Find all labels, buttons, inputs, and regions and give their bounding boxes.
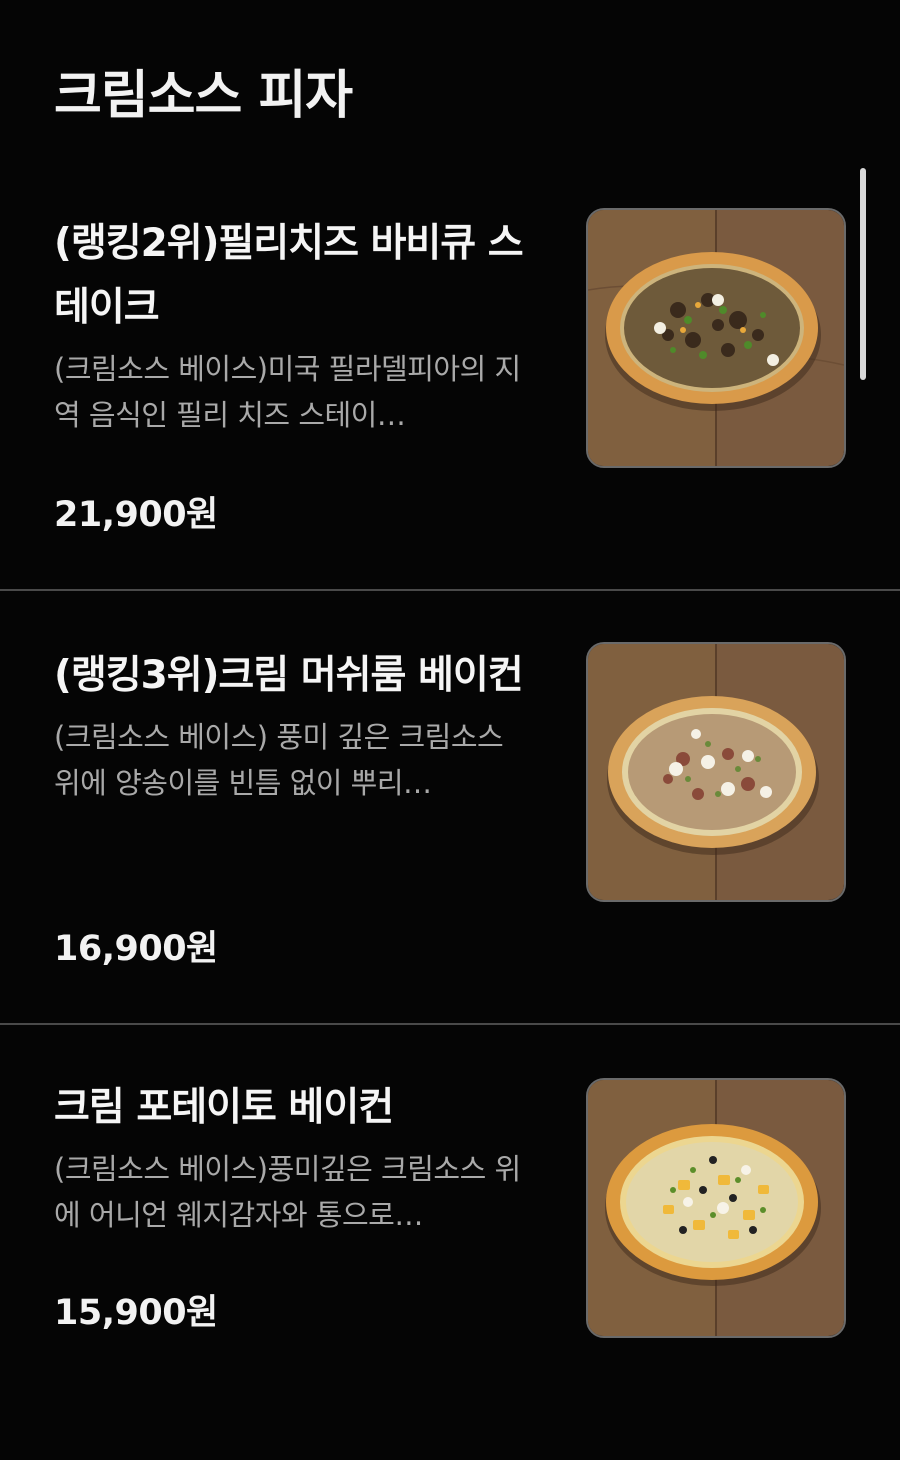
menu-item-name: 크림 포테이토 베이컨 (54, 1085, 394, 1130)
menu-item-description: (크림소스 베이스) 풍미 깊은 크림소스 위에 양송이를 빈틈 없이 뿌리… (54, 720, 504, 800)
menu-item-name: (랭킹3위)크림 머쉬룸 베이컨 (54, 653, 524, 698)
menu-item-philly-cheese-bbq-steak[interactable]: (랭킹2위)필리치즈 바비큐 스테이크 (크림소스 베이스)미국 필라델피아의 … (0, 160, 900, 592)
menu-item-image[interactable] (586, 642, 846, 902)
menu-item-price: 21,900원 (54, 495, 218, 535)
menu-item-description: (크림소스 베이스)풍미깊은 크림소스 위에 어니언 웨지감자와 통으로… (54, 1152, 521, 1232)
divider (0, 589, 900, 591)
menu-item-description: (크림소스 베이스)미국 필라델피아의 지역 음식인 필리 치즈 스테이… (54, 352, 521, 432)
menu-item-image[interactable] (586, 1078, 846, 1338)
menu-item-text: (랭킹2위)필리치즈 바비큐 스테이크 (크림소스 베이스)미국 필라델피아의 … (54, 212, 534, 438)
menu-item-text: (랭킹3위)크림 머쉬룸 베이컨 (크림소스 베이스) 풍미 깊은 크림소스 위… (54, 644, 534, 806)
menu-item-name: (랭킹2위)필리치즈 바비큐 스테이크 (54, 221, 524, 330)
divider (0, 1023, 900, 1025)
menu-item-text: 크림 포테이토 베이컨 (크림소스 베이스)풍미깊은 크림소스 위에 어니언 웨… (54, 1076, 534, 1238)
section-title: 크림소스 피자 (54, 66, 353, 126)
menu-item-price: 15,900원 (54, 1293, 218, 1333)
menu-item-price: 16,900원 (54, 929, 218, 969)
menu-item-cream-mushroom-bacon[interactable]: (랭킹3위)크림 머쉬룸 베이컨 (크림소스 베이스) 풍미 깊은 크림소스 위… (0, 594, 900, 1026)
menu-item-image[interactable] (586, 208, 846, 468)
menu-item-cream-potato-bacon[interactable]: 크림 포테이토 베이컨 (크림소스 베이스)풍미깊은 크림소스 위에 어니언 웨… (0, 1028, 900, 1460)
